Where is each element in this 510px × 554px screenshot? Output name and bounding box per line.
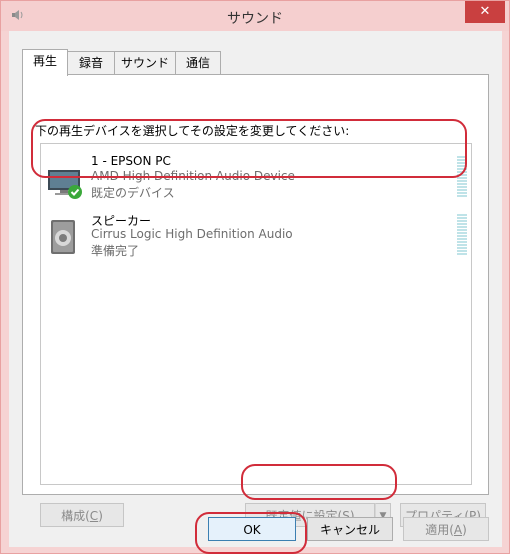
volume-meter [457,156,467,198]
tab-label: 録音 [78,56,103,70]
apply-button[interactable]: 適用(A) [403,517,489,541]
speaker-icon [47,218,83,258]
button-label: キャンセル [319,523,380,537]
button-label-end: ) [98,509,103,523]
instruction-text: 下の再生デバイスを選択してその設定を変更してください: [35,124,350,138]
title-bar[interactable]: サウンド ✕ [1,1,509,31]
dialog-client-area: 再生 録音 サウンド 通信 下の再生デバイスを選択してその設定を変更してください… [9,31,502,547]
access-key: C [89,509,99,523]
list-item-speaker[interactable]: スピーカー Cirrus Logic High Definition Audio… [41,208,471,266]
tab-playback[interactable]: 再生 [22,49,68,76]
button-label: OK [243,523,261,537]
tab-communications[interactable]: 通信 [175,51,221,74]
sound-dialog: サウンド ✕ 再生 録音 サウンド 通信 下の再生デバイスを選択してその設定を変… [0,0,510,554]
cancel-button[interactable]: キャンセル [307,517,393,541]
window-title: サウンド [227,11,283,27]
list-item-epson-pc[interactable]: 1 - EPSON PC AMD High Definition Audio D… [41,150,471,208]
ok-button[interactable]: OK [208,517,296,541]
device-list[interactable]: 1 - EPSON PC AMD High Definition Audio D… [40,143,472,485]
tab-sounds[interactable]: サウンド [114,51,176,74]
playback-panel: 下の再生デバイスを選択してその設定を変更してください: 1 - EPSON PC… [22,74,489,527]
device-status: 準備完了 [91,244,140,258]
device-name: 1 - EPSON PC [91,154,171,168]
close-button[interactable]: ✕ [465,1,505,23]
configure-button[interactable]: 構成(C) [40,503,124,527]
access-key: A [453,523,463,537]
tab-label: 通信 [185,56,210,70]
tab-recording[interactable]: 録音 [67,51,115,74]
tab-label: サウンド [120,56,169,70]
close-icon: ✕ [479,4,491,19]
device-description: Cirrus Logic High Definition Audio [91,227,293,241]
button-label: 適用( [425,523,454,537]
device-status: 既定のデバイス [91,186,175,200]
tab-label: 再生 [32,54,57,68]
button-label: 構成( [61,509,90,523]
device-description: AMD High Definition Audio Device [91,169,295,183]
monitor-icon [47,160,83,200]
volume-meter [457,214,467,256]
button-label-end: ) [462,523,467,537]
